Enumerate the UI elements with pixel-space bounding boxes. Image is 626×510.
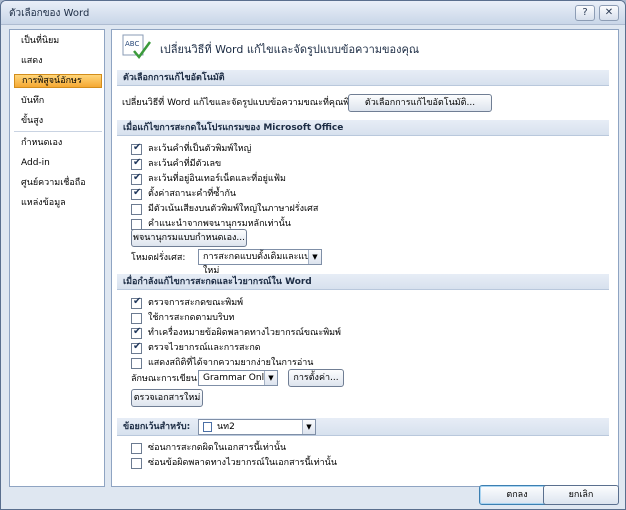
cancel-button[interactable]: ยกเลิก <box>543 485 619 505</box>
document-icon <box>203 422 212 432</box>
contextual-spelling-label: ใช้การสะกดตามบริบท <box>148 313 235 323</box>
recheck-document-button[interactable]: ตรวจเอกสารใหม่ <box>131 389 203 407</box>
abc-icon-text: ABC <box>125 40 139 48</box>
autocorrect-section-header: ตัวเลือกการแก้ไขอัตโนมัติ <box>117 70 609 86</box>
grammar-settings-button[interactable]: การตั้งค่า... <box>288 369 344 387</box>
hide-spelling-errors-checkbox[interactable] <box>131 443 142 454</box>
french-modes-label: โหมดฝรั่งเศส: <box>131 253 186 263</box>
writing-style-label: ลักษณะการเขียน: <box>131 374 201 384</box>
window-title: ตัวเลือกของ Word <box>9 8 90 19</box>
writing-style-select[interactable]: Grammar Only ▼ <box>198 370 278 386</box>
custom-dictionaries-button[interactable]: พจนานุกรมแบบกำหนดเอง... <box>131 229 247 247</box>
french-accented-uppercase-checkbox[interactable] <box>131 204 142 215</box>
ignore-internet-addresses-label: ละเว้นที่อยู่อินเทอร์เน็ตและที่อยู่แฟ้ม <box>148 174 286 184</box>
flag-repeated-words-label: ตั้งค่าสถานะคำที่ซ้ำกัน <box>148 189 237 199</box>
exceptions-section-header: ข้อยกเว้นสำหรับ: <box>117 418 609 436</box>
ignore-uppercase-label: ละเว้นคำที่เป็นตัวพิมพ์ใหญ่ <box>148 144 252 154</box>
check-spelling-as-you-type-checkbox[interactable] <box>131 296 142 309</box>
help-icon: ? <box>582 7 588 18</box>
hide-spelling-errors-label: ซ่อนการสะกดผิดในเอกสารนี้เท่านั้น <box>148 443 287 453</box>
office-spelling-section-header: เมื่อแก้ไขการสะกดในโปรแกรมของ Microsoft … <box>117 120 609 136</box>
french-accented-uppercase-label: มีตัวเน้นเสียงบนตัวพิมพ์ใหญ่ในภาษาฝรั่งเ… <box>148 204 319 214</box>
sidebar-item-display[interactable]: แสดง <box>14 54 102 68</box>
sidebar-item-popular[interactable]: เป็นที่นิยม <box>14 34 102 48</box>
hide-grammar-errors-label: ซ่อนข้อผิดพลาดทางไวยากรณ์ในเอกสารนี้เท่า… <box>148 458 337 468</box>
flag-repeated-words-checkbox[interactable] <box>131 187 142 200</box>
content-panel: ABC เปลี่ยนวิธีที่ Word แก้ไขและจัดรูปแบ… <box>111 29 619 487</box>
sidebar-item-addins[interactable]: Add-in <box>14 156 102 170</box>
word-options-dialog: ตัวเลือกของ Word ? ✕ เป็นที่นิยม แสดง กา… <box>0 0 626 510</box>
mark-grammar-errors-checkbox[interactable] <box>131 326 142 339</box>
readability-statistics-checkbox[interactable] <box>131 358 142 369</box>
abc-check-icon: ABC <box>122 34 152 60</box>
sidebar-item-proofing[interactable]: การพิสูจน์อักษร <box>14 74 102 88</box>
autocorrect-label: เปลี่ยนวิธีที่ Word แก้ไขและจัดรูปแบบข้อ… <box>122 98 365 108</box>
sidebar-item-advanced[interactable]: ขั้นสูง <box>14 114 102 128</box>
chevron-down-icon: ▼ <box>308 250 321 264</box>
chevron-down-icon: ▼ <box>264 371 277 385</box>
hide-grammar-errors-checkbox[interactable] <box>131 458 142 469</box>
check-grammar-with-spelling-checkbox[interactable] <box>131 341 142 354</box>
close-button[interactable]: ✕ <box>599 5 619 21</box>
chevron-down-icon: ▼ <box>302 420 315 434</box>
exceptions-document-select[interactable]: นท2 ▼ <box>198 419 316 435</box>
ignore-numbers-label: ละเว้นคำที่มีตัวเลข <box>148 159 222 169</box>
sidebar-item-customize[interactable]: กำหนดเอง <box>14 136 102 150</box>
ignore-uppercase-checkbox[interactable] <box>131 142 142 155</box>
readability-statistics-label: แสดงสถิติที่ได้จากความยากง่ายในการอ่าน <box>148 358 314 368</box>
word-grammar-section-header: เมื่อกำลังแก้ไขการสะกดและไวยากรณ์ใน Word <box>117 274 609 290</box>
ignore-numbers-checkbox[interactable] <box>131 157 142 170</box>
sidebar-divider <box>14 131 102 132</box>
banner-text: เปลี่ยนวิธีที่ Word แก้ไขและจัดรูปแบบข้อ… <box>160 43 420 56</box>
help-button[interactable]: ? <box>575 5 595 21</box>
sidebar-item-save[interactable]: บันทึก <box>14 94 102 108</box>
autocorrect-options-button[interactable]: ตัวเลือกการแก้ไขอัตโนมัติ... <box>348 94 492 112</box>
check-grammar-with-spelling-label: ตรวจไวยากรณ์และการสะกด <box>148 343 261 353</box>
mark-grammar-errors-label: ทำเครื่องหมายข้อผิดพลาดทางไวยากรณ์ขณะพิม… <box>148 328 341 338</box>
contextual-spelling-checkbox[interactable] <box>131 313 142 324</box>
writing-style-value: Grammar Only <box>203 373 270 383</box>
french-modes-value: การสะกดแบบดั้งเดิมและแบบใหม่ <box>203 252 316 276</box>
ignore-internet-addresses-checkbox[interactable] <box>131 172 142 185</box>
sidebar-item-resources[interactable]: แหล่งข้อมูล <box>14 196 102 210</box>
close-icon: ✕ <box>604 7 614 18</box>
french-modes-select[interactable]: การสะกดแบบดั้งเดิมและแบบใหม่ ▼ <box>198 249 322 276</box>
sidebar: เป็นที่นิยม แสดง การพิสูจน์อักษร บันทึก … <box>9 29 105 487</box>
exceptions-label: ข้อยกเว้นสำหรับ: <box>123 422 191 432</box>
check-spelling-as-you-type-label: ตรวจการสะกดขณะพิมพ์ <box>148 298 244 308</box>
title-bar: ตัวเลือกของ Word ? ✕ <box>1 1 625 25</box>
sidebar-item-trust-center[interactable]: ศูนย์ความเชื่อถือ <box>14 176 102 190</box>
